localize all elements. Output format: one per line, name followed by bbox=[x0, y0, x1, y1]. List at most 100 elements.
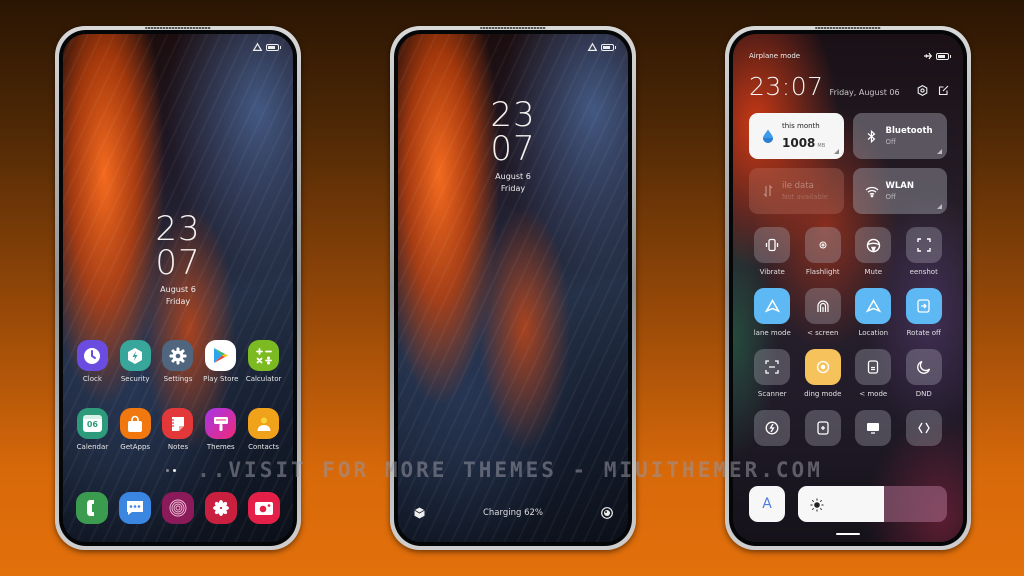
toggle-sync[interactable] bbox=[899, 410, 950, 461]
clock-minutes: 07 bbox=[155, 243, 201, 283]
earpiece-speaker bbox=[145, 27, 211, 29]
toggle-lock-screen[interactable]: < screen bbox=[798, 288, 849, 339]
dock-fingerprint[interactable] bbox=[157, 492, 200, 524]
shopping-bag-icon bbox=[119, 408, 151, 439]
app-security[interactable]: Security bbox=[114, 340, 157, 383]
app-label: Contacts bbox=[248, 443, 280, 451]
expand-corner-icon bbox=[833, 149, 839, 154]
data-usage-tile[interactable]: this month 1008 MB bbox=[749, 113, 844, 159]
dnd-moon-icon bbox=[905, 349, 942, 385]
app-label: Settings bbox=[163, 375, 193, 383]
toggle-airplane-mode[interactable]: lane mode bbox=[747, 288, 798, 339]
clock-hours: 23 bbox=[490, 95, 536, 135]
camera-shortcut-icon[interactable] bbox=[600, 506, 614, 520]
toggle-cast[interactable] bbox=[848, 410, 899, 461]
toggle-label: Mute bbox=[864, 268, 883, 276]
rotate-icon bbox=[905, 288, 942, 324]
gallery-flower-icon bbox=[204, 492, 237, 524]
cc-clock: 23:07 bbox=[749, 72, 824, 101]
toggle-label: DND bbox=[915, 390, 932, 398]
mobile-data-tile[interactable]: ile data Not available bbox=[749, 168, 844, 214]
app-calculator[interactable]: Calculator bbox=[242, 340, 285, 383]
watermark-text: ..VISIT FOR MORE THEMES - MIUITHEMER.COM bbox=[197, 458, 823, 482]
gear-icon bbox=[162, 340, 194, 371]
dock-gallery[interactable] bbox=[199, 492, 242, 524]
app-themes[interactable]: Themes bbox=[199, 408, 242, 451]
expand-corner-icon bbox=[937, 204, 942, 209]
smart-home-icon[interactable] bbox=[412, 506, 426, 520]
app-settings[interactable]: Settings bbox=[157, 340, 200, 383]
brightness-slider[interactable] bbox=[798, 486, 947, 522]
app-label: GetApps bbox=[120, 443, 151, 451]
lock-bottom-bar: Charging 62% bbox=[412, 506, 614, 520]
dock-messages[interactable] bbox=[114, 492, 157, 524]
toggle-label: eenshot bbox=[909, 268, 938, 276]
toggle-scanner[interactable]: Scanner bbox=[747, 349, 798, 400]
vibrate-icon bbox=[754, 227, 791, 263]
screenshot-icon bbox=[905, 227, 942, 263]
settings-gear-icon[interactable] bbox=[917, 84, 928, 97]
battery-icon bbox=[936, 52, 951, 60]
clock-date: August 6 bbox=[160, 285, 196, 294]
bluetooth-tile[interactable]: Bluetooth Off bbox=[852, 113, 947, 159]
app-label: Calculator bbox=[245, 375, 282, 383]
mobile-data-state: Not available bbox=[782, 192, 829, 201]
lock-screen-icon bbox=[804, 288, 841, 324]
toggle-dark-mode[interactable]: < mode bbox=[848, 349, 899, 400]
cc-status-bar: Airplane mode bbox=[749, 52, 951, 60]
status-bar bbox=[587, 42, 616, 51]
toggle-battery-saver[interactable] bbox=[747, 410, 798, 461]
app-calendar[interactable]: 06 Calendar bbox=[71, 408, 114, 451]
mobile-data-label: ile data bbox=[782, 180, 814, 191]
toggle-rotate[interactable]: Rotate off bbox=[899, 288, 950, 339]
brightness-row: A bbox=[749, 486, 947, 522]
wifi-icon bbox=[865, 184, 879, 198]
scanner-icon bbox=[754, 349, 791, 385]
app-notes[interactable]: Notes bbox=[157, 408, 200, 451]
toggle-label: < mode bbox=[859, 390, 888, 398]
app-label: Clock bbox=[82, 375, 102, 383]
dock-phone[interactable] bbox=[71, 492, 114, 524]
location-icon bbox=[855, 288, 892, 324]
app-clock[interactable]: Clock bbox=[71, 340, 114, 383]
toggle-flashlight[interactable]: Flashlight bbox=[798, 227, 849, 278]
toggle-dnd-moon[interactable]: DND bbox=[899, 349, 950, 400]
dock-camera[interactable] bbox=[242, 492, 285, 524]
wlan-label: WLAN bbox=[885, 180, 914, 191]
data-usage-unit: MB bbox=[817, 143, 826, 149]
app-label: Themes bbox=[206, 443, 235, 451]
app-contacts[interactable]: Contacts bbox=[242, 408, 285, 451]
edit-icon[interactable] bbox=[938, 85, 949, 96]
auto-brightness-button[interactable]: A bbox=[749, 486, 785, 522]
clock-day: Friday bbox=[500, 184, 526, 193]
flashlight-icon bbox=[804, 227, 841, 263]
bluetooth-label: Bluetooth bbox=[885, 125, 933, 136]
cc-header: 23:07 Friday, August 06 bbox=[749, 74, 949, 100]
toggle-label: Rotate off bbox=[906, 329, 941, 337]
app-label: Calendar bbox=[76, 443, 109, 451]
status-bar bbox=[252, 42, 281, 51]
wlan-tile[interactable]: WLAN Off bbox=[852, 168, 947, 214]
home-indicator[interactable] bbox=[836, 533, 860, 535]
toggle-screenshot[interactable]: eenshot bbox=[899, 227, 950, 278]
toggle-reading-mode[interactable]: ding mode bbox=[798, 349, 849, 400]
water-drop-icon bbox=[761, 129, 775, 143]
cc-toggle-grid: Vibrate Flashlight Mute eenshot lane mode < s… bbox=[747, 227, 949, 461]
earpiece-speaker bbox=[815, 27, 881, 29]
lock-clock: 23 07 August 6 Friday bbox=[398, 98, 628, 195]
cast-icon bbox=[855, 410, 892, 446]
dock bbox=[71, 492, 285, 524]
floating-window-icon bbox=[804, 410, 841, 446]
battery-saver-icon bbox=[754, 410, 791, 446]
home-clock-widget[interactable]: 23 07 August 6 Friday bbox=[63, 212, 293, 308]
app-play-store[interactable]: Play Store bbox=[199, 340, 242, 383]
app-getapps[interactable]: GetApps bbox=[114, 408, 157, 451]
data-usage-value: 1008 bbox=[782, 136, 816, 150]
charging-status: Charging 62% bbox=[482, 508, 543, 518]
toggle-mute[interactable]: Mute bbox=[848, 227, 899, 278]
toggle-location[interactable]: Location bbox=[848, 288, 899, 339]
expand-corner-icon bbox=[937, 149, 942, 154]
toggle-floating-window[interactable] bbox=[798, 410, 849, 461]
toggle-vibrate[interactable]: Vibrate bbox=[747, 227, 798, 278]
clock-minutes: 07 bbox=[490, 129, 536, 169]
